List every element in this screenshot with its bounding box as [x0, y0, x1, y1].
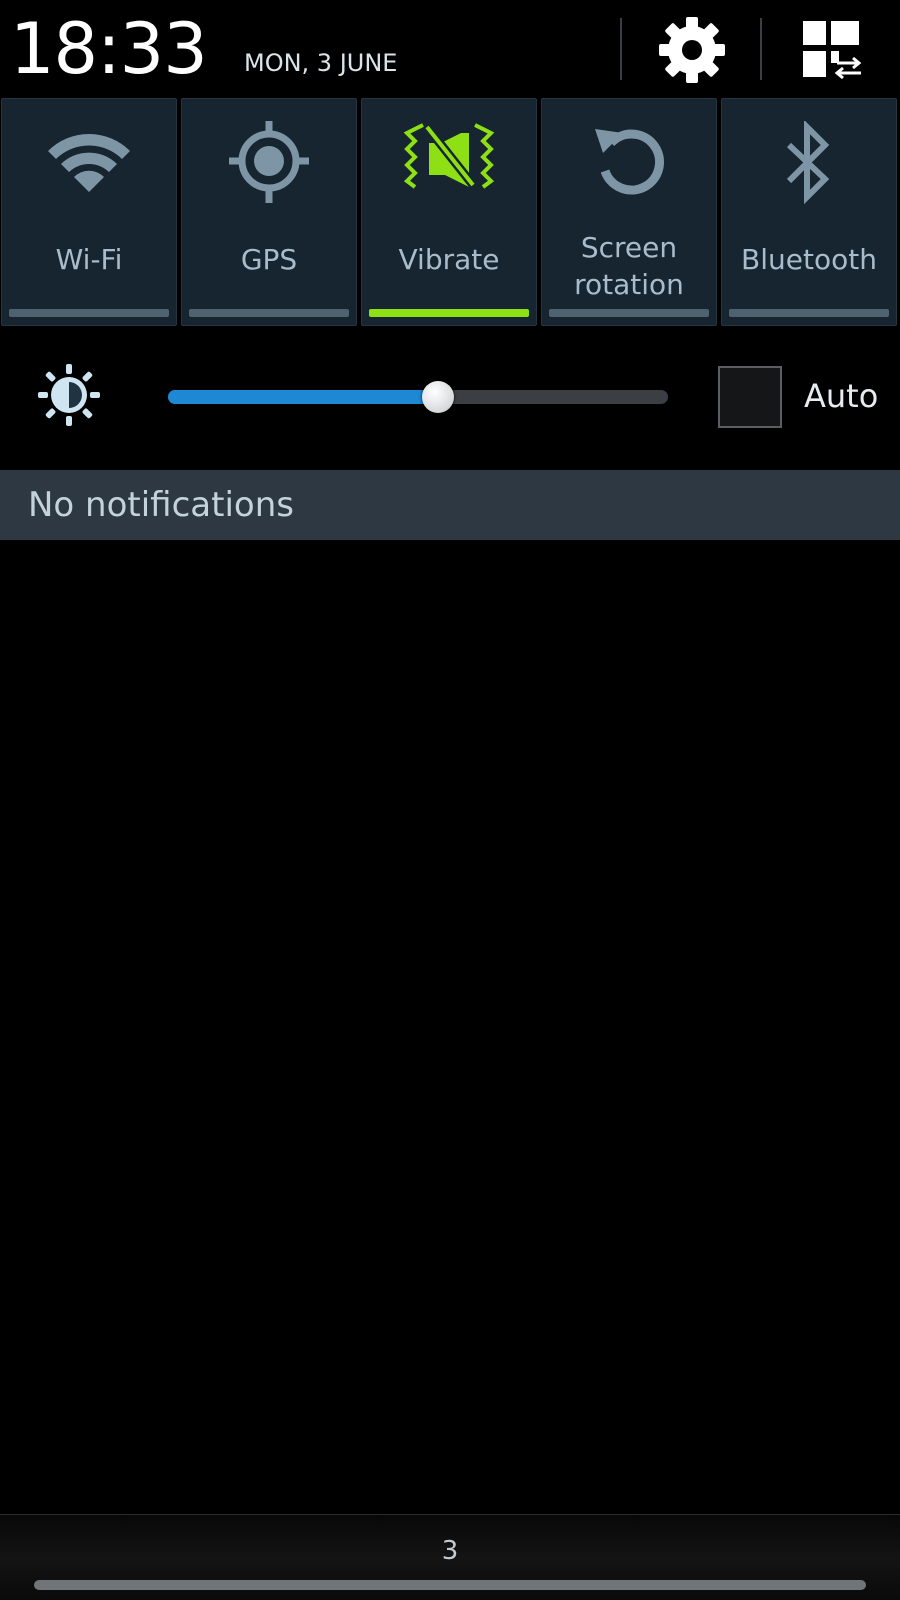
brightness-slider-thumb[interactable]	[422, 381, 454, 413]
brightness-slider-fill	[168, 390, 438, 404]
wifi-icon	[48, 134, 130, 192]
header-divider	[620, 18, 622, 80]
date: MON, 3 JUNE	[244, 49, 398, 77]
panel-drag-handle[interactable]	[34, 1580, 866, 1590]
settings-button[interactable]	[654, 14, 730, 86]
toggle-vibrate[interactable]: Vibrate	[361, 98, 537, 326]
brightness-icon	[38, 364, 100, 426]
quick-panel-edit-button[interactable]	[794, 14, 870, 86]
toggle-indicator	[729, 309, 889, 317]
status-header: 18:33 MON, 3 JUNE	[0, 0, 900, 96]
toggle-label: Bluetooth	[741, 243, 877, 276]
gps-icon	[229, 121, 309, 203]
notifications-header: No notifications	[0, 470, 900, 540]
auto-brightness-label: Auto	[804, 377, 879, 415]
panel-footer: 3	[0, 1514, 900, 1600]
clock: 18:33	[10, 8, 208, 90]
toggle-bluetooth[interactable]: Bluetooth	[721, 98, 897, 326]
toggle-label-line: Screen	[580, 231, 678, 264]
toggle-indicator	[9, 309, 169, 317]
toggle-indicator	[189, 309, 349, 317]
carrier-label: 3	[441, 1536, 459, 1566]
toggle-screen-rotation[interactable]: Screen rotation	[541, 98, 717, 326]
toggle-label: GPS	[240, 243, 298, 276]
toggle-wifi[interactable]: Wi-Fi	[1, 98, 177, 326]
notifications-status-text: No notifications	[28, 485, 294, 525]
header-divider	[760, 18, 762, 80]
auto-brightness-checkbox[interactable]	[718, 366, 782, 428]
quick-settings-toggles: Wi-Fi GPS Vibrate Screen rotation Blueto…	[0, 96, 900, 328]
toggle-indicator	[549, 309, 709, 317]
brightness-slider[interactable]	[168, 381, 668, 413]
toggle-label: Wi-Fi	[55, 243, 123, 276]
quick-panel-edit-icon	[803, 21, 862, 80]
toggle-indicator	[369, 309, 529, 317]
gear-icon	[659, 17, 725, 83]
toggle-label: Screen rotation	[542, 229, 716, 303]
toggle-gps[interactable]: GPS	[181, 98, 357, 326]
vibrate-icon	[403, 123, 495, 189]
brightness-row: Auto	[0, 328, 900, 470]
bluetooth-icon	[786, 121, 830, 205]
rotation-icon	[595, 129, 664, 195]
toggle-label: Vibrate	[398, 243, 500, 276]
toggle-label-line: rotation	[574, 268, 684, 301]
